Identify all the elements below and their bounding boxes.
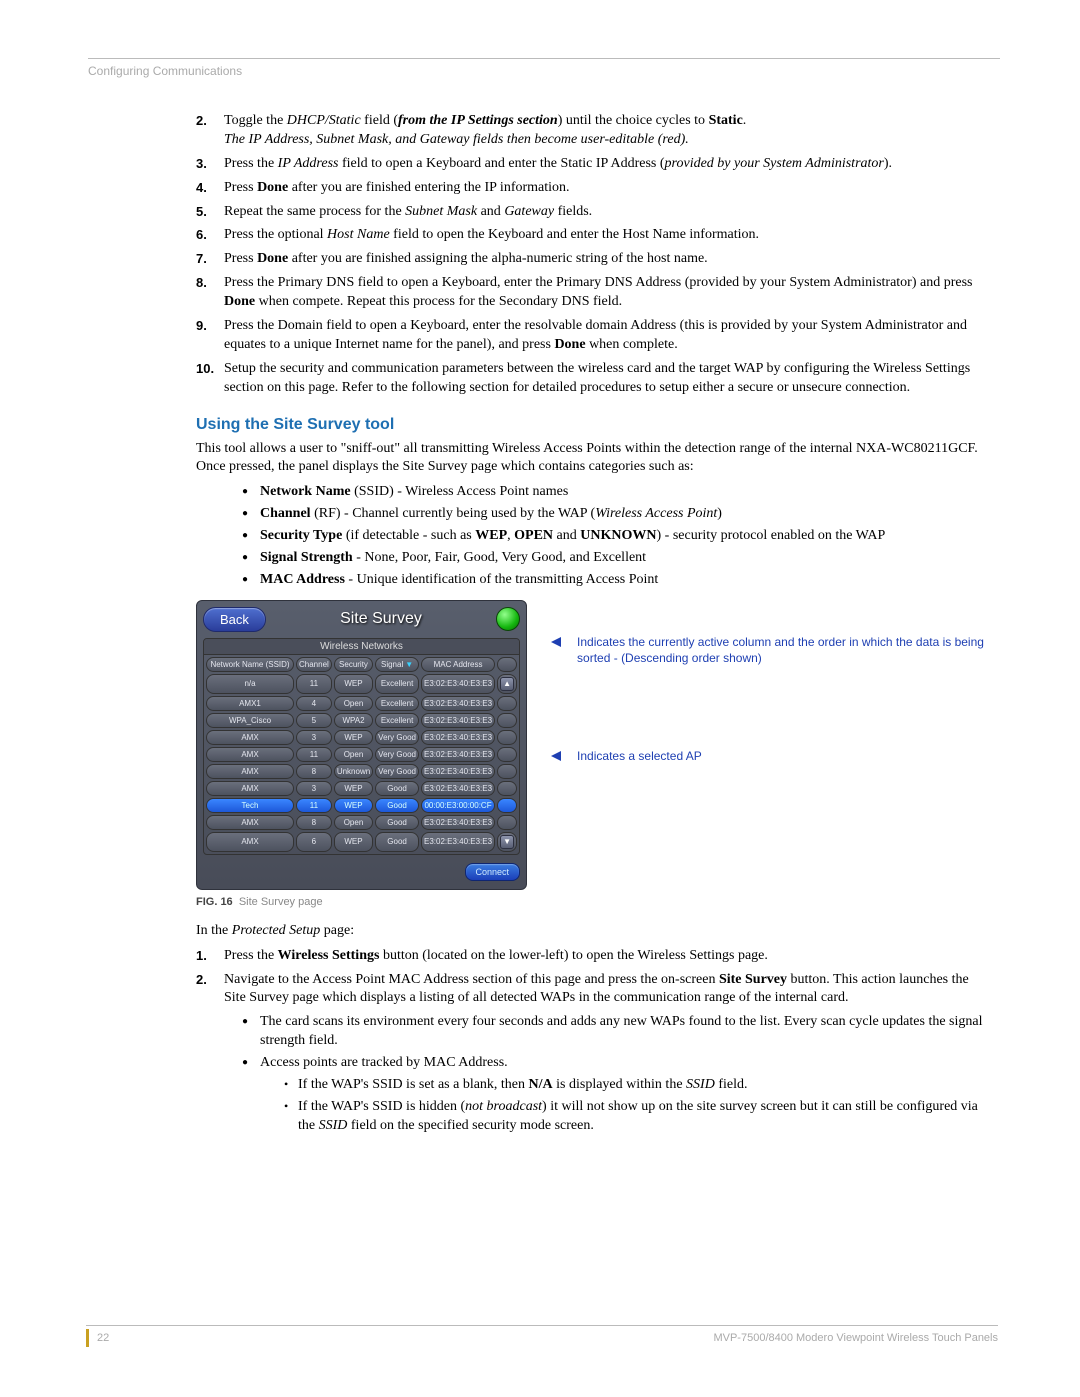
- column-header[interactable]: Signal▼: [375, 657, 419, 672]
- list-item: Security Type (if detectable - such as W…: [242, 527, 990, 546]
- ordered-steps-a: 2.Toggle the DHCP/Static field (from the…: [196, 112, 990, 398]
- status-indicator-icon: [496, 607, 520, 631]
- table-row[interactable]: AMX 3 WEP Very Good E3:02:E3:40:E3:E3: [206, 730, 517, 745]
- back-button[interactable]: Back: [203, 607, 266, 632]
- table-row[interactable]: n/a 11 WEP Excellent E3:02:E3:40:E3:E3 ▲: [206, 674, 517, 694]
- list-item: 2.Toggle the DHCP/Static field (from the…: [196, 112, 990, 150]
- column-header[interactable]: Security: [334, 657, 373, 672]
- list-item: 1.Press the Wireless Settings button (lo…: [196, 947, 990, 966]
- callout-selected: Indicates a selected AP: [577, 748, 702, 764]
- section-intro: This tool allows a user to "sniff-out" a…: [196, 440, 990, 478]
- list-item: Channel (RF) - Channel currently being u…: [242, 505, 990, 524]
- list-item: 7.Press Done after you are finished assi…: [196, 250, 990, 269]
- table-row[interactable]: AMX 6 WEP Good E3:02:E3:40:E3:E3 ▼: [206, 832, 517, 852]
- bullets-b: Network Name (SSID) - Wireless Access Po…: [196, 483, 990, 589]
- list-item: Signal Strength - None, Poor, Fair, Good…: [242, 549, 990, 568]
- table-subheader: Wireless Networks: [204, 639, 519, 655]
- list-item: The card scans its environment every fou…: [242, 1013, 990, 1051]
- table-row[interactable]: AMX 8 Unknown Very Good E3:02:E3:40:E3:E…: [206, 764, 517, 779]
- scroll-up-icon[interactable]: ▲: [500, 677, 514, 691]
- list-item: 3.Press the IP Address field to open a K…: [196, 155, 990, 174]
- table-row[interactable]: Tech 11 WEP Good 00:00:E3:00:00:CF: [206, 798, 517, 813]
- header-breadcrumb: Configuring Communications: [88, 64, 1000, 78]
- list-item: 9.Press the Domain field to open a Keybo…: [196, 317, 990, 355]
- table-row[interactable]: AMX1 4 Open Excellent E3:02:E3:40:E3:E3: [206, 696, 517, 711]
- table-row[interactable]: AMX 11 Open Very Good E3:02:E3:40:E3:E3: [206, 747, 517, 762]
- list-item: MAC Address - Unique identification of t…: [242, 571, 990, 590]
- column-header[interactable]: Network Name (SSID): [206, 657, 294, 672]
- list-item: 5.Repeat the same process for the Subnet…: [196, 203, 990, 222]
- list-item: Network Name (SSID) - Wireless Access Po…: [242, 483, 990, 502]
- page-number: 22: [86, 1329, 109, 1347]
- ordered-steps-c: 1.Press the Wireless Settings button (lo…: [196, 947, 990, 1009]
- bullets-c: The card scans its environment every fou…: [196, 1013, 990, 1135]
- arrow-left-icon: [551, 751, 561, 761]
- list-item: 6.Press the optional Host Name field to …: [196, 226, 990, 245]
- table-row[interactable]: WPA_Cisco 5 WPA2 Excellent E3:02:E3:40:E…: [206, 713, 517, 728]
- figure-caption: FIG. 16 Site Survey page: [196, 896, 990, 908]
- list-item: If the WAP's SSID is set as a blank, the…: [284, 1076, 990, 1095]
- section-title: Using the Site Survey tool: [196, 416, 990, 434]
- column-header[interactable]: Channel: [296, 657, 332, 672]
- list-item: 10.Setup the security and communication …: [196, 360, 990, 398]
- scroll-down-icon[interactable]: ▼: [500, 835, 514, 849]
- panel-title: Site Survey: [266, 610, 496, 628]
- figure-callouts: Indicates the currently active column an…: [527, 600, 990, 771]
- list-item: If the WAP's SSID is hidden (not broadca…: [284, 1098, 990, 1136]
- arrow-left-icon: [551, 637, 561, 647]
- list-item: 2.Navigate to the Access Point MAC Addre…: [196, 971, 990, 1009]
- column-header[interactable]: MAC Address: [421, 657, 495, 672]
- wireless-networks-table: Network Name (SSID)ChannelSecuritySignal…: [204, 655, 519, 854]
- list-item: Access points are tracked by MAC Address…: [242, 1054, 990, 1136]
- list-item: 4.Press Done after you are finished ente…: [196, 179, 990, 198]
- list-item: 8.Press the Primary DNS field to open a …: [196, 274, 990, 312]
- site-survey-panel: Back Site Survey Wireless Networks Netwo…: [196, 600, 527, 890]
- connect-button[interactable]: Connect: [465, 863, 521, 881]
- table-row[interactable]: AMX 8 Open Good E3:02:E3:40:E3:E3: [206, 815, 517, 830]
- callout-sort: Indicates the currently active column an…: [577, 634, 990, 666]
- table-row[interactable]: AMX 3 WEP Good E3:02:E3:40:E3:E3: [206, 781, 517, 796]
- after-fig-para: In the Protected Setup page:: [196, 922, 990, 941]
- doc-title: MVP-7500/8400 Modero Viewpoint Wireless …: [713, 1329, 998, 1347]
